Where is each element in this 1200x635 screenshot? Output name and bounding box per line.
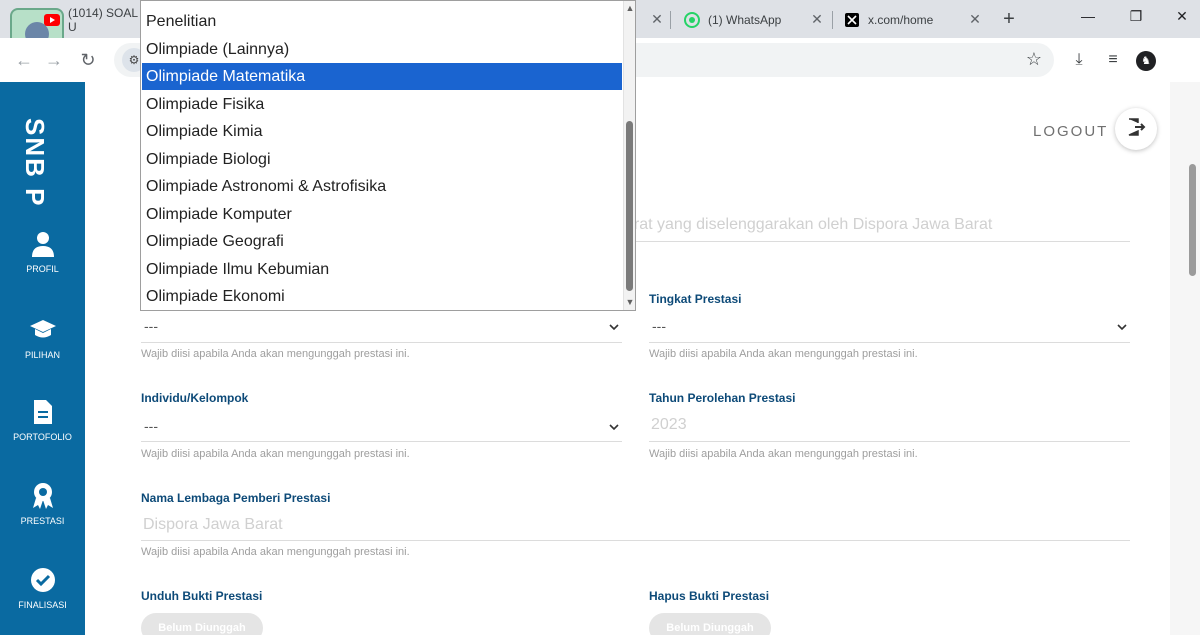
sidebar: SNB P PROFIL PILIHAN PORTOFOLIO PRESTASI (0, 82, 85, 635)
restore-button[interactable]: ❐ (1124, 8, 1148, 25)
dropdown-option[interactable]: Olimpiade (Lainnya) (142, 36, 622, 63)
bookmark-star-icon[interactable]: ☆ (1026, 49, 1042, 70)
hapus-button[interactable]: Belum Diunggah (649, 613, 771, 635)
tahun-value[interactable]: 2023 (651, 416, 687, 434)
person-icon (0, 230, 85, 260)
tingkat-select-value[interactable]: --- (652, 318, 666, 334)
dropdown-option[interactable]: Olimpiade Fisika (142, 91, 622, 118)
lembaga-value[interactable]: Dispora Jawa Barat (143, 516, 283, 534)
graduation-cap-icon (0, 316, 85, 346)
tingkat-hint: Wajib diisi apabila Anda akan mengunggah… (649, 348, 918, 360)
individu-label: Individu/Kelompok (141, 391, 249, 405)
logout-link[interactable]: LOGOUT (1033, 123, 1108, 140)
close-icon[interactable]: ✕ (648, 11, 666, 28)
tab-close-prev[interactable]: ✕ (636, 6, 666, 34)
new-tab-button[interactable]: + (998, 8, 1020, 31)
unduh-button[interactable]: Belum Diunggah (141, 613, 263, 635)
back-icon[interactable]: ← (12, 48, 36, 72)
tab-title: x.com/home (868, 13, 934, 27)
tab-title: (1) WhatsApp (708, 13, 782, 27)
individu-underline (141, 441, 622, 442)
tab-title: (1014) SOAL U (68, 6, 138, 34)
dropdown-option[interactable]: Olimpiade Biologi (142, 146, 622, 173)
scroll-up-icon[interactable]: ▲ (624, 3, 635, 13)
tahun-underline (649, 441, 1130, 442)
sidebar-item-pilihan[interactable]: PILIHAN (0, 316, 85, 360)
whatsapp-icon (684, 12, 700, 28)
dropdown-option-selected[interactable]: Olimpiade Matematika (142, 63, 622, 90)
profile-icon[interactable]: ♞ (1134, 48, 1158, 72)
document-icon (0, 398, 85, 428)
award-icon (0, 482, 85, 512)
tab-youtube[interactable]: (1014) SOAL U (44, 6, 144, 34)
event-name-value: arat yang diselenggarakan oleh Dispora J… (625, 216, 993, 233)
lembaga-label: Nama Lembaga Pemberi Prestasi (141, 491, 331, 505)
sidebar-item-prestasi[interactable]: PRESTASI (0, 482, 85, 526)
youtube-icon (44, 12, 60, 28)
tab-x[interactable]: x.com/home ✕ (844, 6, 984, 34)
tab-separator (832, 11, 833, 29)
tab-separator (670, 11, 671, 29)
tingkat-label: Tingkat Prestasi (649, 292, 742, 306)
check-circle-icon (0, 566, 85, 596)
dropdown-option[interactable]: Olimpiade Kimia (142, 118, 622, 145)
chevron-down-icon (609, 424, 619, 431)
dropdown-option[interactable]: Penelitian (142, 8, 622, 35)
logout-icon (1126, 117, 1146, 142)
dropdown-option[interactable]: Olimpiade Ilmu Kebumian (142, 256, 622, 283)
close-window-button[interactable]: ✕ (1170, 8, 1194, 25)
logout-button[interactable] (1115, 108, 1157, 150)
download-icon[interactable]: ⤓ (1067, 48, 1091, 72)
sidebar-item-profil[interactable]: PROFIL (0, 230, 85, 274)
dropdown-option[interactable]: Olimpiade Ekonomi (142, 283, 622, 310)
dropdown-scrollbar-thumb[interactable] (626, 121, 633, 291)
dropdown-option[interactable]: Olimpiade Geografi (142, 228, 622, 255)
media-queue-icon[interactable]: ≡ (1101, 48, 1125, 72)
jenis-hint: Wajib diisi apabila Anda akan mengunggah… (141, 348, 410, 360)
jenis-select-value[interactable]: --- (144, 318, 158, 334)
minimize-button[interactable]: — (1076, 8, 1100, 24)
unduh-label: Unduh Bukti Prestasi (141, 589, 263, 603)
chevron-down-icon (609, 324, 619, 331)
dropdown-option[interactable]: Olimpiade Astronomi & Astrofisika (142, 173, 622, 200)
individu-select-value[interactable]: --- (144, 418, 158, 434)
close-icon[interactable]: ✕ (808, 11, 826, 28)
scroll-down-icon[interactable]: ▼ (624, 297, 635, 307)
dropdown-option[interactable]: Olimpiade Komputer (142, 201, 622, 228)
x-icon (844, 12, 860, 28)
sidebar-item-finalisasi[interactable]: FINALISASI (0, 566, 85, 610)
tahun-label: Tahun Perolehan Prestasi (649, 391, 796, 405)
individu-hint: Wajib diisi apabila Anda akan mengunggah… (141, 448, 410, 460)
reload-icon[interactable]: ↻ (76, 48, 100, 72)
page-scrollbar-thumb[interactable] (1189, 164, 1196, 276)
tab-whatsapp[interactable]: (1) WhatsApp ✕ (684, 6, 826, 34)
tahun-hint: Wajib diisi apabila Anda akan mengunggah… (649, 448, 918, 460)
lembaga-hint: Wajib diisi apabila Anda akan mengunggah… (141, 546, 410, 558)
chevron-down-icon (1117, 324, 1127, 331)
close-icon[interactable]: ✕ (966, 11, 984, 28)
lembaga-underline (141, 540, 1130, 541)
tingkat-underline (649, 342, 1130, 343)
hapus-label: Hapus Bukti Prestasi (649, 589, 770, 603)
forward-icon[interactable]: → (42, 48, 66, 72)
sidebar-item-portofolio[interactable]: PORTOFOLIO (0, 398, 85, 442)
jenis-prestasi-dropdown[interactable]: Penelitian Olimpiade (Lainnya) Olimpiade… (140, 0, 636, 311)
jenis-underline (141, 342, 622, 343)
